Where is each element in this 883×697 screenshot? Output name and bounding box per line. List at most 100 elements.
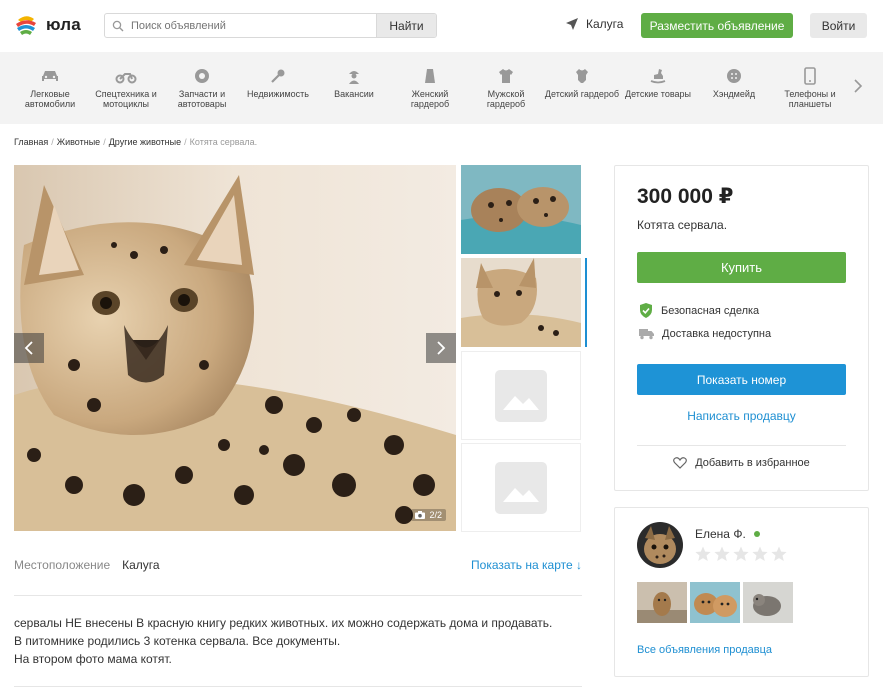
seller-ad-thumbnail[interactable]	[743, 582, 793, 623]
all-seller-ads-link[interactable]: Все объявления продавца	[637, 644, 772, 656]
chevron-right-icon[interactable]	[853, 78, 863, 99]
chevron-right-icon	[437, 341, 446, 355]
avatar[interactable]	[637, 522, 683, 568]
active-thumbnail-indicator	[585, 258, 587, 347]
seller-rating	[695, 546, 787, 562]
photo-counter: 2/2	[411, 509, 446, 521]
phone-icon	[772, 66, 848, 86]
skirt-icon	[392, 66, 468, 86]
wheel-icon	[164, 66, 240, 86]
category-label: Телефоны и планшеты	[784, 89, 836, 109]
location-value: Калуга	[122, 558, 160, 572]
search-box: Найти	[104, 13, 437, 38]
category-parts[interactable]: Запчасти и автотовары	[164, 66, 240, 109]
thumbnail-mother[interactable]	[461, 258, 581, 347]
seller-name: Елена Ф.	[695, 527, 746, 541]
seller-name-row[interactable]: Елена Ф.	[695, 527, 760, 541]
breadcrumb: Главная / Животные / Другие животные / Котята …	[14, 137, 258, 147]
next-photo-button[interactable]	[426, 333, 456, 363]
thumbnail-placeholder	[461, 351, 581, 440]
category-label: Женский гардероб	[410, 89, 450, 109]
photo-counter-text: 2/2	[429, 510, 442, 520]
category-jobs[interactable]: Вакансии	[316, 66, 392, 99]
search-input[interactable]	[131, 14, 376, 37]
logo-text: юла	[46, 15, 81, 34]
login-button[interactable]: Войти	[810, 13, 867, 38]
divider	[14, 686, 582, 687]
offer-card: 300 000 ₽ Котята сервала. Купить Безопас…	[614, 165, 869, 491]
star-icon	[771, 546, 787, 561]
main-photo[interactable]: 2/2	[14, 165, 456, 531]
category-handmade[interactable]: Хэндмейд	[696, 66, 772, 99]
category-kids-clothes[interactable]: Детский гардероб	[544, 66, 620, 99]
category-label: Детские товары	[625, 89, 691, 99]
image-placeholder-icon	[495, 461, 547, 514]
category-label: Детский гардероб	[544, 89, 620, 99]
prev-photo-button[interactable]	[14, 333, 44, 363]
category-label: Запчасти и автотовары	[177, 89, 227, 109]
shield-check-icon	[640, 303, 652, 318]
breadcrumb-home[interactable]: Главная	[14, 137, 48, 147]
onesie-icon	[544, 66, 620, 86]
logo-mark-icon	[14, 13, 38, 37]
search-button[interactable]: Найти	[376, 14, 436, 37]
button-icon	[696, 66, 772, 86]
star-icon	[752, 546, 768, 561]
location-arrow-icon	[566, 18, 578, 30]
category-men[interactable]: Мужской гардероб	[468, 66, 544, 109]
category-bar: Легковые автомобили Спецтехника и мотоци…	[0, 52, 883, 124]
online-indicator	[753, 531, 760, 537]
star-icon	[714, 546, 730, 561]
city-selector[interactable]: Калуга	[565, 17, 623, 31]
safe-deal-text: Безопасная сделка	[661, 304, 760, 317]
breadcrumb-current: Котята сервала.	[189, 137, 258, 147]
show-phone-button[interactable]: Показать номер	[637, 364, 846, 395]
delivery-row: Доставка недоступна	[639, 328, 771, 340]
thumbnail-kittens[interactable]	[461, 165, 581, 254]
safe-deal-row: Безопасная сделка	[639, 303, 759, 318]
logo[interactable]: юла	[14, 13, 81, 37]
description-line: сервалы НЕ внесены В красную книгу редки…	[14, 616, 553, 630]
breadcrumb-animals[interactable]: Животные	[57, 137, 100, 147]
rocking-horse-icon	[620, 66, 696, 86]
description: сервалы НЕ внесены В красную книгу редки…	[14, 614, 594, 668]
show-on-map-link[interactable]: Показать на карте ↓	[471, 558, 582, 572]
add-to-favorites[interactable]: Добавить в избранное	[637, 457, 846, 469]
delivery-text: Доставка недоступна	[662, 328, 772, 340]
breadcrumb-other-animals[interactable]: Другие животные	[109, 137, 181, 147]
divider	[14, 595, 582, 596]
header: юла Найти Калуга Разместить объявление В…	[0, 0, 883, 52]
location-label: Местоположение	[14, 558, 111, 572]
divider	[637, 445, 846, 446]
truck-icon	[639, 329, 654, 340]
category-label: Легковые автомобили	[24, 89, 76, 109]
ad-title: Котята сервала.	[637, 218, 728, 232]
category-realty[interactable]: Недвижимость	[240, 66, 316, 99]
image-placeholder-icon	[495, 369, 547, 422]
description-line: На втором фото мама котят.	[14, 652, 172, 666]
category-phones[interactable]: Телефоны и планшеты	[772, 66, 848, 109]
chevron-left-icon	[24, 341, 33, 355]
category-women[interactable]: Женский гардероб	[392, 66, 468, 109]
price: 300 000 ₽	[637, 185, 734, 208]
city-label: Калуга	[586, 17, 624, 31]
category-label: Мужской гардероб	[486, 89, 526, 109]
motorcycle-icon	[88, 66, 164, 86]
category-label: Хэндмейд	[712, 89, 756, 99]
search-icon	[105, 14, 131, 37]
worker-icon	[316, 66, 392, 86]
category-label: Вакансии	[334, 89, 374, 99]
favorites-text: Добавить в избранное	[695, 457, 810, 469]
write-seller-link[interactable]: Написать продавцу	[637, 409, 846, 423]
buy-button[interactable]: Купить	[637, 252, 846, 283]
category-moto[interactable]: Спецтехника и мотоциклы	[88, 66, 164, 109]
seller-ad-thumbnail[interactable]	[690, 582, 740, 623]
seller-ad-thumbnail[interactable]	[637, 582, 687, 623]
key-icon	[240, 66, 316, 86]
category-label: Спецтехника и мотоциклы	[95, 89, 157, 109]
post-ad-button[interactable]: Разместить объявление	[641, 13, 793, 38]
star-icon	[695, 546, 711, 561]
category-cars[interactable]: Легковые автомобили	[12, 66, 88, 109]
camera-icon	[415, 511, 426, 519]
category-kids-goods[interactable]: Детские товары	[620, 66, 696, 99]
